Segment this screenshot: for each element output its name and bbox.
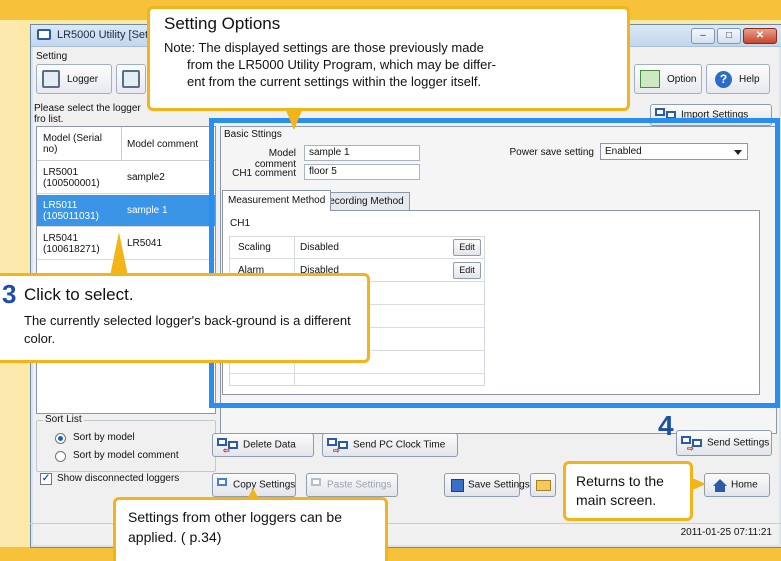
send-pc-clock-button[interactable]: ⇨ Send PC Clock Time	[322, 433, 458, 457]
home-callout-line-1: Returns to the	[576, 473, 664, 489]
column-comment-header: Model comment	[127, 139, 199, 150]
send-settings-label: Send Settings	[707, 437, 770, 449]
home-callout-desc: Returns to the main screen.	[576, 472, 664, 510]
setting-options-title: Setting Options	[164, 14, 281, 33]
setting-note-line-2: from the LR5000 Utility Program, which m…	[187, 57, 496, 72]
logger-row-model: LR5001 (100500001)	[43, 167, 100, 189]
import-settings-button[interactable]: ⇦ Import Settings	[650, 104, 772, 126]
import-settings-label: Import Settings	[681, 109, 749, 121]
home-button[interactable]: Home	[704, 473, 770, 497]
logger-list-header: Model (Serial no) Model comment	[37, 127, 215, 161]
option-button[interactable]: Option	[634, 64, 702, 94]
home-icon	[713, 479, 727, 486]
model-comment-label: Model comment	[254, 148, 296, 170]
help-button[interactable]: ? Help	[706, 64, 770, 94]
tab-measurement-method[interactable]: Measurement Method	[222, 190, 332, 211]
sort-by-comment-radio[interactable]	[55, 451, 66, 462]
paste-settings-label: Paste Settings	[327, 479, 392, 491]
sort-list-legend: Sort List	[43, 414, 84, 425]
home-label: Home	[731, 479, 758, 491]
option-icon	[640, 70, 660, 88]
home-callout: Returns to the main screen.	[563, 461, 693, 521]
logger-row-lr5001[interactable]: LR5001 (100500001) sample2	[37, 162, 215, 194]
send-settings-icon: ⇨	[681, 436, 705, 453]
maximize-button[interactable]: □	[717, 28, 741, 44]
step-4-number: 4	[658, 410, 674, 441]
delete-data-icon: ⇦	[217, 438, 241, 455]
logger-row-comment: LR5041	[127, 238, 163, 249]
setting-note-line-3: ent from the current settings within the…	[187, 74, 482, 89]
click-to-select-desc: The currently selected logger's back-gro…	[24, 313, 351, 346]
logger-row-lr5011[interactable]: LR5011 (105011031) sample 1	[37, 195, 215, 227]
ch1-comment-label: CH1 comment	[232, 168, 296, 179]
save-settings-button[interactable]: Save Settings	[444, 473, 530, 497]
open-settings-button[interactable]	[530, 473, 556, 497]
logger-row-model: LR5011 (105011031)	[43, 200, 99, 222]
status-timestamp: 2011-01-25 07:11:21	[680, 527, 772, 538]
folder-icon	[536, 480, 551, 491]
logger-button[interactable]: Logger	[36, 64, 112, 94]
instruction-text: Please select the logger fro list.	[34, 103, 141, 125]
setting-callout-pointer	[285, 108, 303, 130]
column-divider	[121, 127, 122, 161]
copy-settings-label: Copy Settings	[233, 479, 296, 491]
home-icon-base	[715, 486, 725, 492]
show-disconnected-label: Show disconnected loggers	[57, 473, 180, 484]
copy-settings-desc: Settings from other loggers can be appli…	[128, 509, 343, 545]
help-button-label: Help	[739, 74, 760, 85]
help-icon: ?	[715, 71, 732, 88]
scaling-edit-button[interactable]: Edit	[453, 239, 481, 256]
ch1-group-label: CH1	[230, 218, 251, 229]
setting-note-line-1: Note: The displayed settings are those p…	[164, 40, 484, 55]
setting-options-callout: Setting Options Note: The displayed sett…	[147, 6, 630, 111]
paste-settings-button[interactable]: Paste Settings	[306, 473, 398, 497]
logger-button-label: Logger	[67, 74, 99, 85]
home-callout-line-2: main screen.	[576, 492, 657, 508]
send-settings-button[interactable]: ⇨ Send Settings	[676, 430, 772, 456]
option-button-label: Option	[667, 74, 697, 85]
sort-by-model-radio[interactable]	[55, 433, 66, 444]
logger-row-comment: sample 1	[127, 205, 168, 216]
send-clock-icon: ⇨	[327, 438, 351, 455]
save-settings-label: Save Settings	[468, 479, 530, 491]
close-button[interactable]: ✕	[743, 28, 777, 44]
import-icon: ⇦	[655, 108, 679, 125]
sort-list-group: Sort List Sort by model Sort by model co…	[36, 414, 216, 472]
setting-group-label: Setting	[36, 51, 68, 62]
power-save-value: Enabled	[605, 146, 642, 157]
click-to-select-callout: 3 Click to select. The currently selecte…	[0, 273, 370, 363]
scaling-value: Disabled	[300, 242, 339, 253]
delete-data-label: Delete Data	[243, 439, 296, 451]
logger-row-model: LR5041 (100618271)	[43, 233, 100, 255]
logger-icon	[42, 70, 60, 88]
setting-button[interactable]	[116, 64, 146, 94]
power-save-label: Power save setting	[509, 147, 595, 158]
show-disconnected-checkbox[interactable]: ✓	[40, 473, 52, 485]
model-comment-input[interactable]: sample 1	[304, 145, 420, 161]
setting-icon	[122, 70, 140, 88]
column-model-header: Model (Serial no)	[43, 133, 102, 155]
send-pc-clock-label: Send PC Clock Time	[353, 439, 446, 451]
click-to-select-title: Click to select.	[24, 285, 134, 304]
app-icon	[37, 29, 51, 40]
scaling-row: Scaling Disabled Edit	[230, 237, 484, 259]
save-icon	[451, 479, 464, 492]
power-save-select[interactable]: Enabled	[600, 143, 748, 160]
delete-data-button[interactable]: ⇦ Delete Data	[212, 433, 314, 457]
chevron-down-icon	[734, 150, 742, 155]
alarm-edit-button[interactable]: Edit	[453, 262, 481, 279]
minimize-button[interactable]: –	[691, 28, 715, 44]
copy-settings-callout: Settings from other loggers can be appli…	[113, 497, 388, 561]
setting-options-note: Note: The displayed settings are those p…	[164, 39, 626, 90]
basic-settings-label: Basic Sttings	[224, 129, 282, 140]
logger-row-comment: sample2	[127, 172, 165, 183]
select-callout-pointer	[110, 232, 128, 276]
step-3-number: 3	[2, 279, 17, 309]
scaling-label: Scaling	[238, 242, 271, 253]
ch1-comment-input[interactable]: floor 5	[304, 164, 420, 180]
sort-by-comment-label: Sort by model comment	[73, 450, 179, 461]
home-callout-pointer	[690, 477, 706, 491]
sort-by-model-label: Sort by model	[73, 432, 135, 443]
